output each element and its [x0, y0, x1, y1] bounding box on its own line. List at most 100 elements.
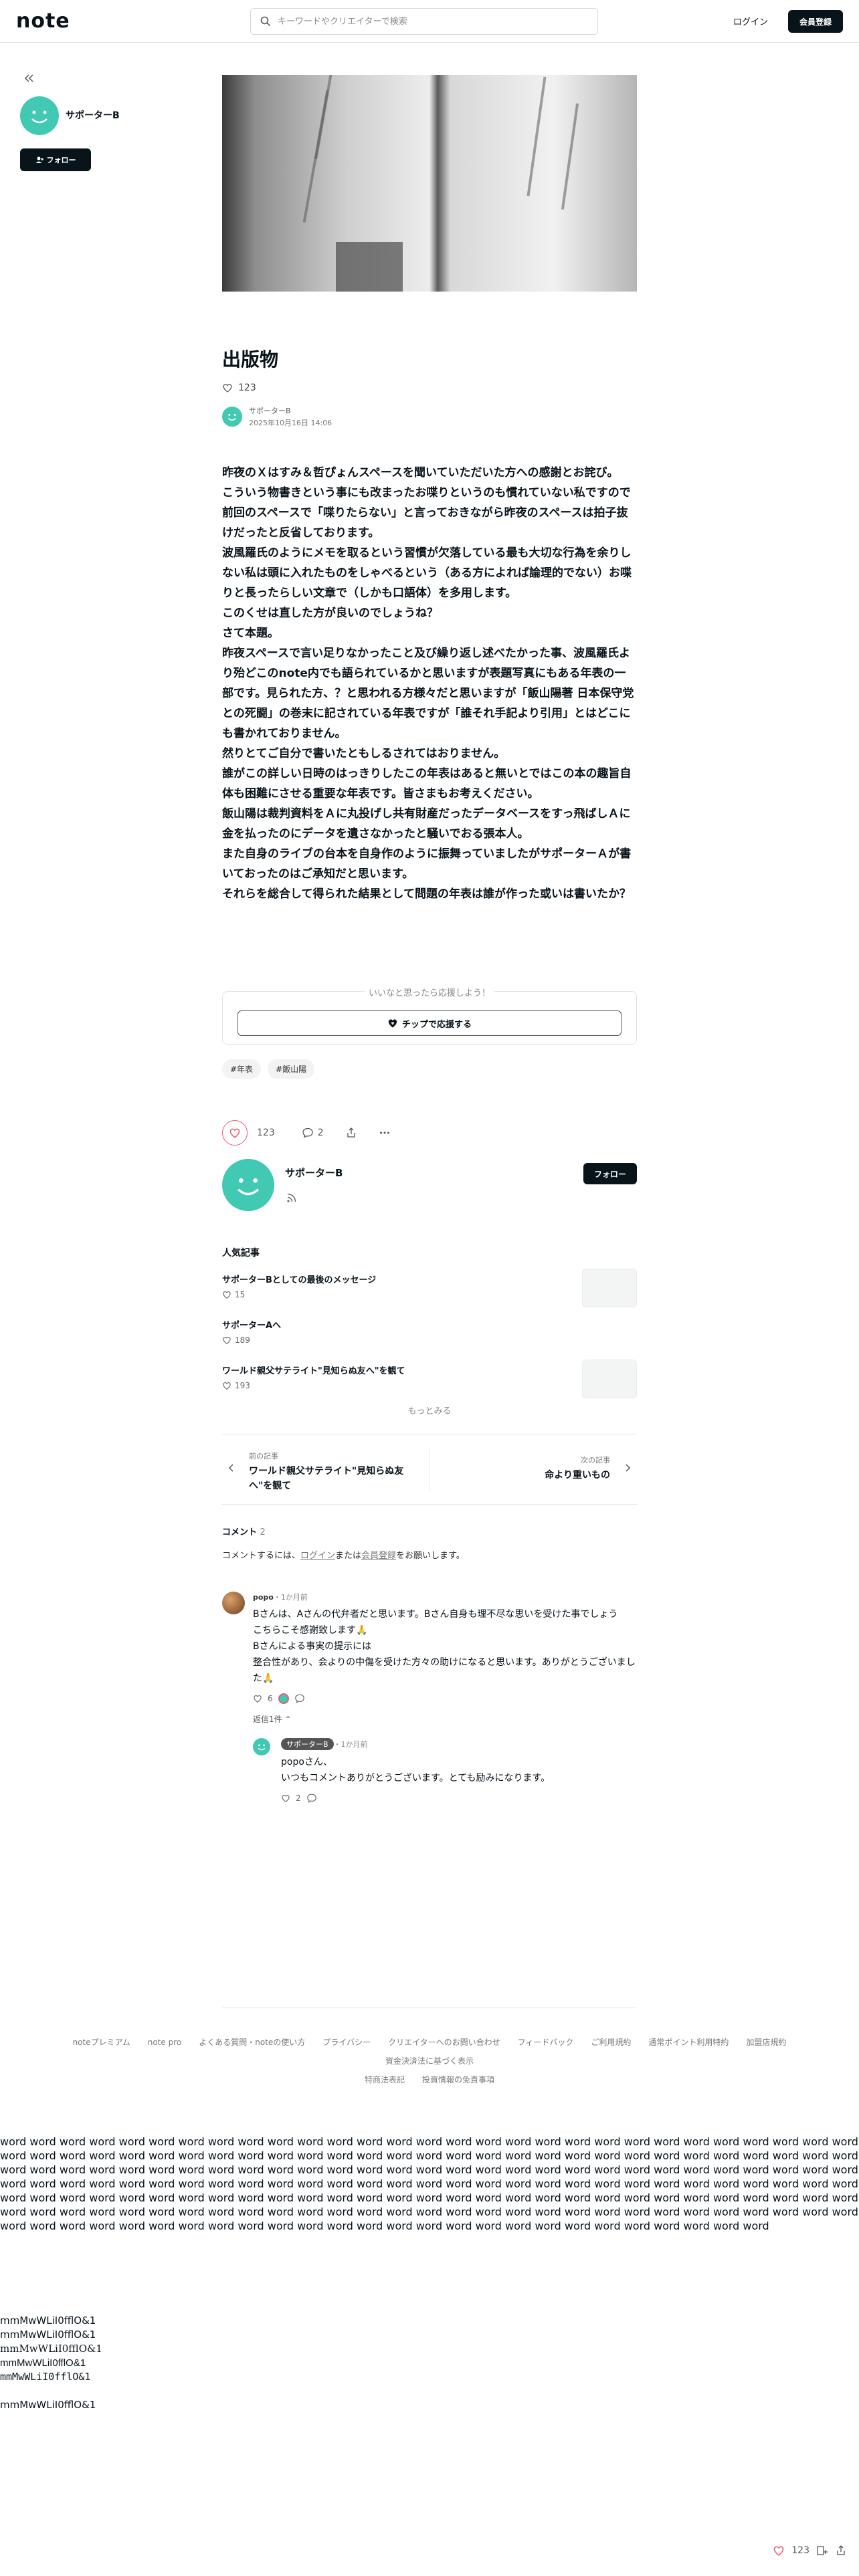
comments-count: 2 — [260, 1527, 266, 1537]
reply-toggle[interactable]: 返信1件 ⌃ — [253, 1713, 637, 1725]
tag-chip[interactable]: #飯山陽 — [268, 1059, 315, 1079]
hero-photo-inset — [336, 242, 403, 292]
share-icon — [347, 1128, 355, 1138]
footer-link[interactable]: 加盟店規約 — [746, 2033, 786, 2052]
footer-link[interactable]: 特商法表記 — [365, 2070, 405, 2089]
rss-icon[interactable] — [286, 1192, 297, 1203]
comment-item: popo・1か月前 Bさんは、Aさんの代弁者だと思います。Bさん自身も理不尽な思… — [222, 1592, 637, 1804]
title-like-count: 123 — [238, 383, 256, 393]
search-box[interactable] — [250, 8, 598, 35]
reply-time: ・1か月前 — [333, 1740, 368, 1749]
heart-icon[interactable] — [281, 1794, 290, 1803]
popular-article-likes: 15 — [222, 1290, 245, 1299]
paragraph: 飯山陽は裁判資料をＡに丸投げし共有財産だったデータベースをすっ飛ばしＡに金を払っ… — [222, 807, 631, 841]
note-middle: または — [335, 1551, 362, 1561]
reply-line: popoさん、 — [281, 1757, 332, 1767]
paragraph: 昨夜スペースで言い足りなかったこと及び繰り返し述べたかった事、波風羅氏より殆どこ… — [222, 647, 634, 740]
floating-like-count: 123 — [791, 2545, 809, 2556]
add-user-icon — [35, 156, 43, 163]
login-link[interactable]: ログイン — [733, 15, 768, 27]
heart-icon — [223, 1291, 231, 1299]
next-article-title[interactable]: 命より重いもの — [545, 1468, 610, 1481]
heart-icon[interactable] — [253, 1694, 262, 1703]
comment-button[interactable]: 2 — [302, 1127, 324, 1139]
reply-toggle-label: 返信1件 — [253, 1715, 282, 1724]
article-main: 出版物 123 サポーターB 2025年10月16日 14:06 昨夜のＸはすみ… — [222, 75, 637, 1804]
popular-article-likes: 189 — [222, 1335, 250, 1345]
title-likes[interactable]: 123 — [222, 383, 637, 393]
like-count[interactable]: 123 — [257, 1128, 275, 1138]
paragraph: また自身のライブの台本を自身作のように振舞っていましたがサポーターＡが書いておっ… — [222, 847, 632, 881]
chevron-left-icon[interactable] — [226, 1463, 237, 1473]
creator-avatar[interactable] — [20, 96, 59, 135]
sidebar-follow-button[interactable]: フォロー — [20, 148, 91, 171]
reply-icon[interactable] — [294, 1693, 305, 1704]
popular-article-title[interactable]: サポーターBとしての最後のメッセージ — [222, 1273, 376, 1285]
popular-article-likes: 193 — [222, 1381, 250, 1390]
commenter-name[interactable]: popo — [253, 1593, 274, 1602]
footer-link[interactable]: よくある質問・noteの使い方 — [199, 2033, 305, 2052]
paragraph: 然りとてご自分で書いたともしるされてはおりません。 — [222, 747, 506, 760]
prev-article-title[interactable]: ワールド親父サテライト"見知らぬ友へ"を観て — [249, 1464, 416, 1493]
reply-header: サポーターB ・1か月前 — [281, 1738, 637, 1750]
reply-icon[interactable] — [306, 1793, 317, 1804]
site-header: note ログイン 会員登録 — [0, 0, 859, 43]
sidebar-creator-name[interactable]: サポーターB — [66, 108, 120, 122]
popular-like-count: 15 — [235, 1290, 246, 1299]
search-input[interactable] — [278, 9, 592, 34]
comment-login-link[interactable]: ログイン — [300, 1551, 335, 1561]
popular-article-title[interactable]: サポーターAへ — [222, 1318, 281, 1331]
tip-button[interactable]: ¥ チップで応援する — [237, 1010, 622, 1036]
footer-link[interactable]: note pro — [148, 2033, 181, 2052]
tag-chip[interactable]: #年表 — [222, 1059, 262, 1079]
comment-signup-link[interactable]: 会員登録 — [361, 1551, 396, 1561]
footer-link[interactable]: プライバシー — [322, 2033, 371, 2052]
footer-link[interactable]: 資金決済法に基づく表示 — [385, 2052, 474, 2070]
creator-card-name[interactable]: サポーターB — [285, 1166, 343, 1180]
collapse-sidebar-icon[interactable] — [23, 72, 35, 84]
footer-link[interactable]: 投資情報の免責事項 — [422, 2070, 494, 2089]
signup-button[interactable]: 会員登録 — [788, 10, 843, 33]
paragraph: 波風羅氏のようにメモを取るという習慣が欠落している最も大切な行為を余りしない私は… — [222, 546, 632, 600]
note-logo[interactable]: note — [16, 9, 70, 33]
footer-link[interactable]: ご利用規約 — [591, 2033, 631, 2052]
share-icon[interactable] — [835, 2545, 847, 2557]
font-test-line: mmMwWLiI0fflO&1 — [0, 2343, 102, 2355]
heart-icon[interactable] — [773, 2545, 785, 2557]
author-avatar[interactable] — [222, 407, 242, 427]
footer-link[interactable]: noteプレミアム — [73, 2033, 130, 2052]
footer-link[interactable]: クリエイターへのお問い合わせ — [388, 2033, 500, 2052]
font-test-line — [0, 2384, 102, 2398]
ellipsis-icon — [379, 1132, 389, 1134]
footer-link[interactable]: 通常ポイント利用特約 — [648, 2033, 729, 2052]
popular-article[interactable]: サポーターAへ 189 — [222, 1310, 637, 1356]
search-icon — [260, 16, 271, 27]
paragraph: それらを総合して得られた結果として問題の年表は誰が作った或いは書いたか？ — [222, 887, 631, 901]
paragraph: こういう物書きという事にも改まったお喋りというのも慣れていない私ですので前回のス… — [222, 486, 631, 540]
footer-link[interactable]: フィードバック — [518, 2033, 574, 2052]
prev-article-label: 前の記事 — [249, 1452, 278, 1461]
comment-like-count: 6 — [268, 1694, 273, 1703]
author-name[interactable]: サポーターB — [249, 405, 332, 416]
creator-card-avatar[interactable] — [222, 1159, 274, 1211]
popular-article-thumbnail[interactable] — [582, 1360, 637, 1398]
creator-card-follow-button[interactable]: フォロー — [583, 1163, 637, 1184]
font-test-line: mmMwWLiI0fflO&1 — [0, 2329, 96, 2341]
commenter-avatar[interactable] — [222, 1592, 245, 1614]
chevron-right-icon[interactable] — [622, 1463, 633, 1473]
see-more-link[interactable]: もっとみる — [222, 1404, 637, 1416]
reply-avatar[interactable] — [253, 1738, 270, 1755]
reply-author-badge[interactable]: サポーターB — [281, 1738, 334, 1750]
paragraph: このくせは直した方が良いのでしょうね？ — [222, 607, 438, 620]
comment-actions: 6 — [253, 1693, 637, 1704]
like-button[interactable] — [222, 1120, 248, 1146]
popular-article-title[interactable]: ワールド親父サテライト"見知らぬ友へ"を観て — [222, 1364, 405, 1376]
popular-article[interactable]: ワールド親父サテライト"見知らぬ友へ"を観て 193 — [222, 1356, 637, 1401]
popular-article-thumbnail[interactable] — [582, 1269, 637, 1307]
more-options-button[interactable] — [379, 1127, 391, 1139]
comment-login-note: コメントするには、ログインまたは会員登録をお願いします。 — [222, 1548, 637, 1561]
smiley-face-icon — [258, 1744, 266, 1751]
magazine-add-icon[interactable] — [816, 2545, 828, 2557]
share-button[interactable] — [345, 1127, 357, 1139]
popular-article[interactable]: サポーターBとしての最後のメッセージ 15 — [222, 1265, 637, 1310]
